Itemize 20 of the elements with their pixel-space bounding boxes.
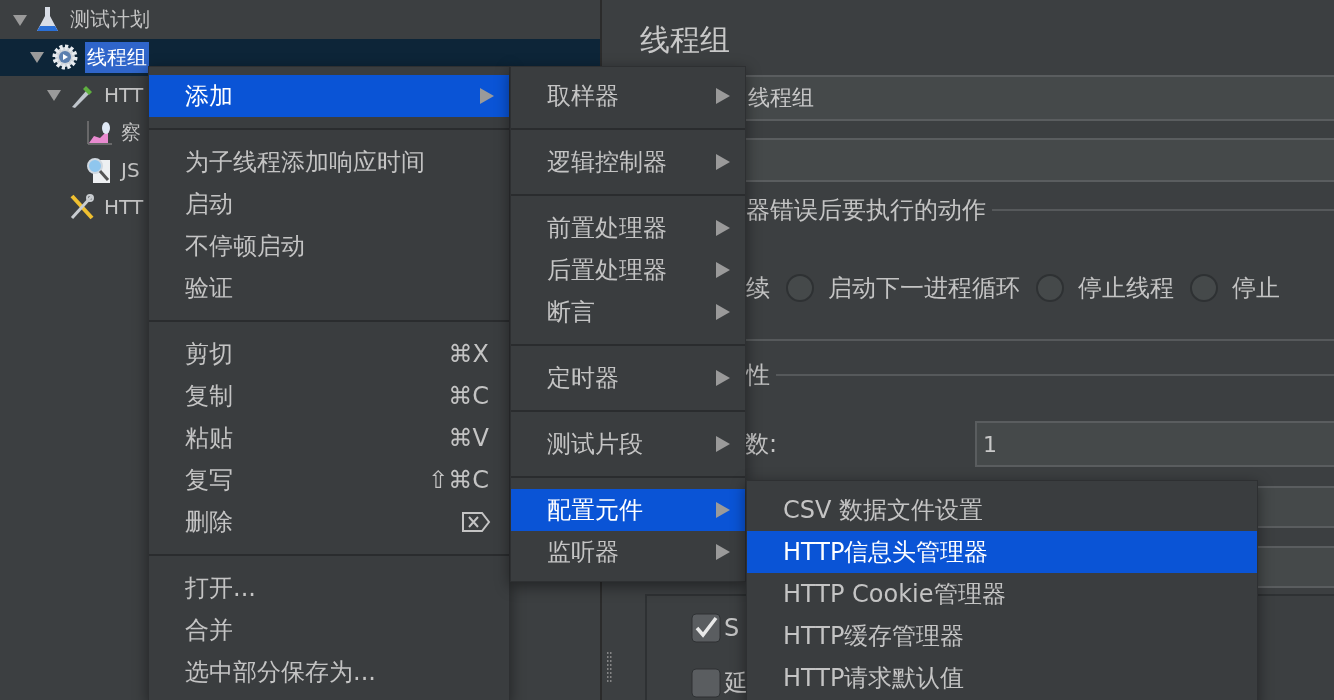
group-legend: 器错误后要执行的动作 <box>746 194 986 226</box>
option-label: 停止线程 <box>1078 273 1174 304</box>
checkbox-label: 延 <box>724 668 748 699</box>
option-label: 停止 <box>1232 273 1280 304</box>
shortcut-text: ⌘V <box>448 424 489 452</box>
shortcut-text: ⌘C <box>448 382 489 410</box>
tree-label: HTT <box>103 194 145 222</box>
group-legend: 性 <box>746 359 770 391</box>
field-label: 数: <box>745 429 779 460</box>
tree-label: 测试计划 <box>69 6 151 34</box>
tree-label: 线程组 <box>85 41 149 73</box>
option-label: 启动下一进程循环 <box>828 273 1020 304</box>
tree-label: JS <box>119 156 141 184</box>
shortcut-text: ⇧⌘C <box>428 466 489 494</box>
checkbox-label: S <box>724 614 740 642</box>
option-label: 续 <box>746 273 770 304</box>
shortcut-text: ⌘X <box>448 340 489 368</box>
panel-title: 线程组 <box>640 21 731 59</box>
tree-label: 察 <box>120 118 142 146</box>
tree-label: HTT <box>103 81 145 109</box>
